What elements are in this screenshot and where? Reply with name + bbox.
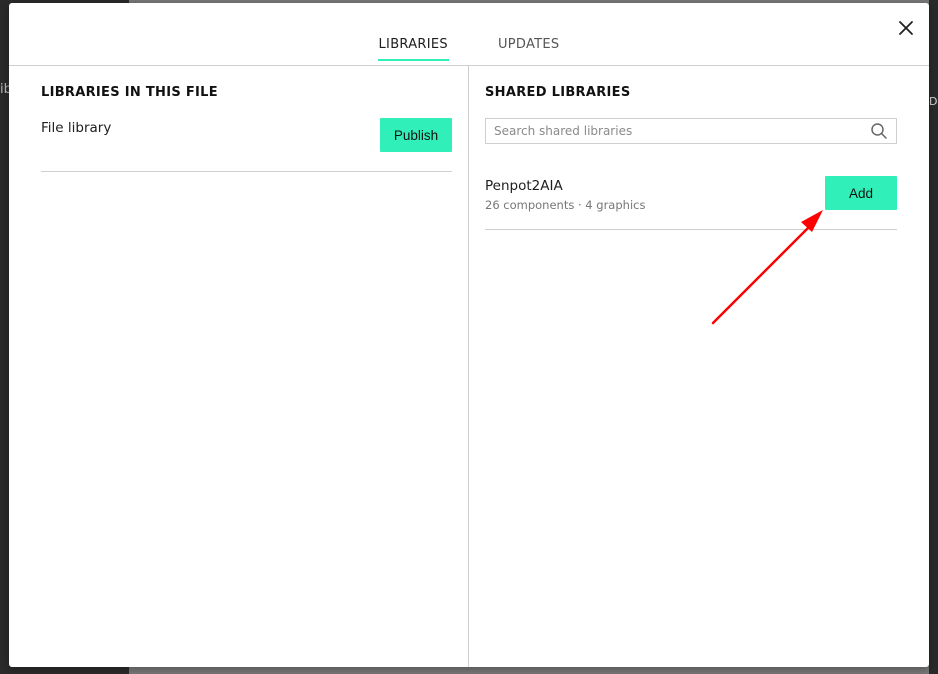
tab-updates[interactable]: UPDATES xyxy=(497,37,561,59)
libraries-modal: LIBRARIES UPDATES LIBRARIES IN THIS FILE… xyxy=(9,3,929,667)
publish-button[interactable]: Publish xyxy=(380,118,452,152)
close-icon xyxy=(899,21,913,35)
background-right-text: DE xyxy=(929,95,938,108)
add-library-button[interactable]: Add xyxy=(825,176,897,210)
shared-library-divider xyxy=(485,229,897,230)
search-icon[interactable] xyxy=(870,122,888,140)
tab-libraries[interactable]: LIBRARIES xyxy=(377,37,449,61)
libraries-in-file-title: LIBRARIES IN THIS FILE xyxy=(41,85,218,100)
modal-tabs: LIBRARIES UPDATES xyxy=(9,37,929,61)
shared-library-meta: 26 components · 4 graphics xyxy=(485,198,646,212)
header-divider xyxy=(9,65,929,66)
file-library-divider xyxy=(41,171,452,172)
search-input[interactable] xyxy=(486,119,872,143)
shared-library-name: Penpot2AIA xyxy=(485,178,563,194)
column-divider xyxy=(468,66,469,667)
shared-libraries-title: SHARED LIBRARIES xyxy=(485,85,631,100)
file-library-name: File library xyxy=(41,120,112,136)
close-button[interactable] xyxy=(895,17,917,39)
search-box xyxy=(485,118,897,144)
background-left-text: ib xyxy=(0,82,9,97)
